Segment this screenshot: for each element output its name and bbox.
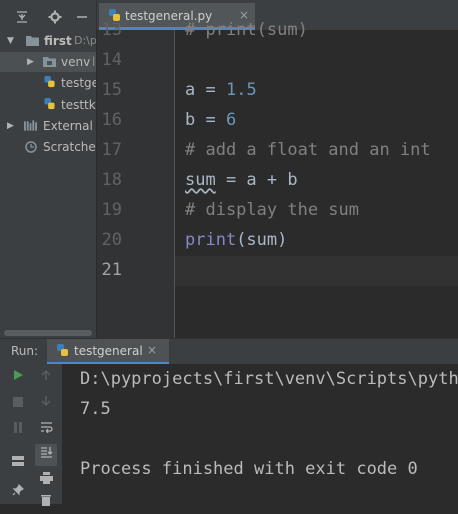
gear-icon[interactable] — [48, 10, 62, 28]
code-token: (sum) — [236, 230, 288, 250]
line-number: 13 — [101, 20, 122, 40]
code-token-warning: sum — [185, 170, 216, 190]
current-line-highlight — [175, 256, 458, 286]
collapse-icon[interactable] — [15, 10, 29, 28]
code-line-18: sum = a + b — [185, 170, 298, 190]
delete-icon[interactable] — [35, 492, 57, 514]
close-icon[interactable]: × — [147, 343, 157, 357]
run-tool-bar: Run: testgeneral × — [0, 338, 458, 365]
code-token-builtin: print — [185, 230, 237, 250]
code-line-17: # add a float and an int — [185, 140, 431, 160]
console-line: D:\pyprojects\first\venv\Scripts\python — [80, 369, 458, 389]
layout-icon[interactable] — [7, 452, 29, 474]
code-line-15: a = 1.5 — [185, 80, 257, 100]
chevron-down-icon[interactable]: ▼ — [7, 31, 14, 51]
code-line-13: # print(sum) — [185, 20, 308, 40]
code-token: b — [185, 110, 196, 130]
folder-icon — [26, 36, 39, 46]
line-number: 20 — [101, 230, 122, 250]
line-number: 15 — [101, 80, 122, 100]
line-number: 18 — [101, 170, 122, 190]
down-arrow-icon[interactable] — [35, 393, 57, 415]
code-line-16: b = 6 — [185, 110, 236, 130]
run-tab-testgeneral[interactable]: testgeneral × — [47, 339, 169, 365]
code-token: = a + b — [215, 170, 298, 190]
folder-icon — [43, 57, 56, 67]
scrollbar-thumb[interactable] — [4, 330, 92, 336]
python-file-icon — [44, 76, 55, 88]
code-token: 6 — [225, 110, 237, 130]
soft-wrap-icon[interactable] — [35, 419, 57, 441]
code-line-20: print(sum) — [185, 230, 287, 250]
chevron-right-icon[interactable]: ▶ — [7, 116, 14, 136]
project-scrollbar[interactable] — [0, 329, 96, 338]
run-tab-label: testgeneral — [74, 344, 143, 358]
run-label: Run: — [11, 344, 39, 358]
scratches-icon — [25, 141, 37, 153]
stop-icon[interactable] — [7, 393, 29, 415]
code-token: = — [195, 80, 226, 100]
pin-icon[interactable] — [7, 482, 29, 504]
console-line: Process finished with exit code 0 — [80, 459, 418, 479]
line-number: 19 — [101, 200, 122, 220]
python-file-icon — [57, 344, 68, 356]
pause-icon[interactable] — [7, 419, 29, 441]
console-line: 7.5 — [80, 399, 111, 419]
code-token: = — [195, 110, 226, 130]
print-icon[interactable] — [35, 470, 57, 492]
line-number: 16 — [101, 110, 122, 130]
line-number: 14 — [101, 50, 122, 70]
code-token: 1.5 — [225, 80, 257, 100]
code-line-19: # display the sum — [185, 200, 359, 220]
code-token: a — [185, 80, 196, 100]
run-toolbar — [0, 364, 62, 506]
library-icon — [24, 120, 37, 131]
tree-item-label: first — [44, 34, 72, 48]
line-number: 17 — [101, 140, 122, 160]
line-number-current: 21 — [101, 260, 122, 280]
python-file-icon — [44, 98, 55, 110]
up-arrow-icon[interactable] — [35, 367, 57, 389]
run-icon[interactable] — [7, 367, 29, 389]
scroll-to-end-icon[interactable] — [35, 444, 57, 466]
chevron-right-icon[interactable]: ▶ — [27, 52, 34, 72]
